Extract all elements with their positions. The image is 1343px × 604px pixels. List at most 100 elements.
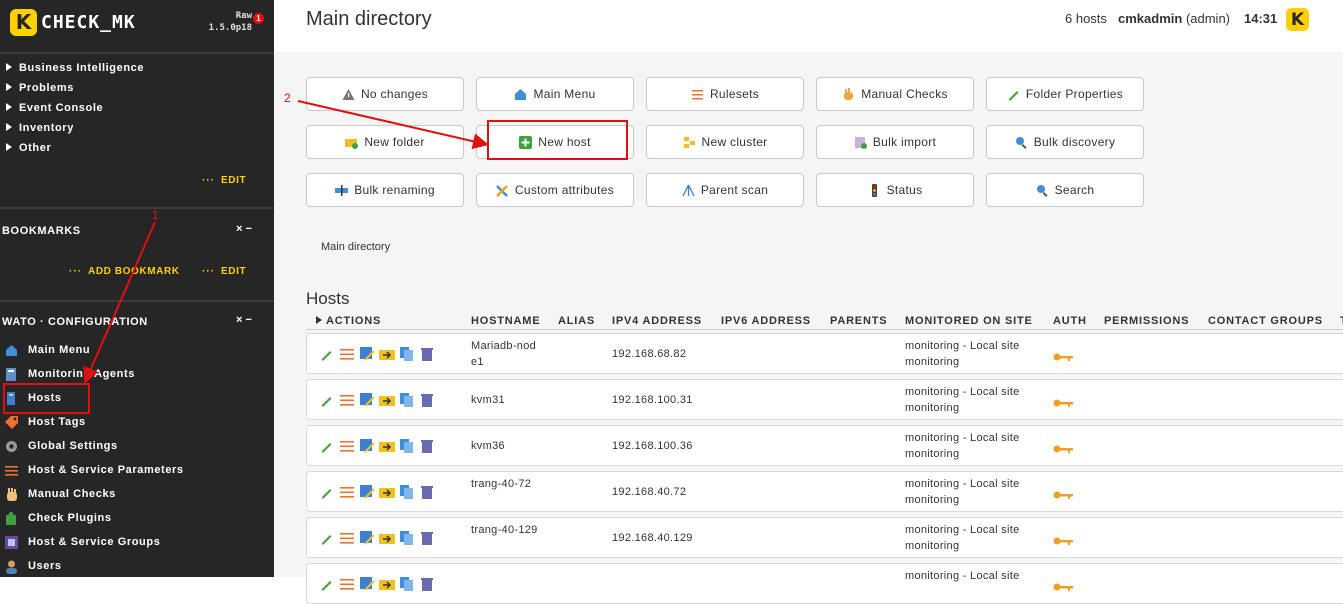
tree-item-business-intelligence[interactable]: Business Intelligence	[6, 59, 144, 77]
views-edit-link[interactable]: ··· EDIT	[202, 175, 246, 186]
tree-item-inventory[interactable]: Inventory	[6, 119, 74, 137]
move-icon[interactable]	[379, 484, 395, 500]
rules-icon[interactable]	[339, 392, 355, 408]
table-row[interactable]: monitoring - Local site	[306, 563, 1343, 604]
clone-icon[interactable]	[399, 484, 415, 500]
col-ipv6[interactable]: IPV6 ADDRESS	[721, 315, 811, 327]
hostname-cell[interactable]: Mariadb-node1	[471, 338, 541, 370]
new-cluster-button[interactable]: New cluster	[646, 125, 804, 159]
bulk-renaming-button[interactable]: Bulk renaming	[306, 173, 464, 207]
edit-icon[interactable]	[319, 530, 335, 546]
services-icon[interactable]	[359, 530, 375, 546]
delete-icon[interactable]	[419, 576, 435, 592]
rules-icon[interactable]	[339, 530, 355, 546]
hostname-cell[interactable]: trang-40-72	[471, 476, 541, 492]
breadcrumb[interactable]: Main directory	[321, 241, 390, 253]
edit-icon[interactable]	[319, 438, 335, 454]
main-menu-button[interactable]: Main Menu	[476, 77, 634, 111]
table-row[interactable]: kvm31 192.168.100.31 monitoring - Local si…	[306, 379, 1343, 420]
parent-scan-button[interactable]: Parent scan	[646, 173, 804, 207]
werk-badge[interactable]: 1	[253, 13, 264, 24]
col-parents[interactable]: PARENTS	[830, 315, 887, 327]
edit-icon[interactable]	[319, 346, 335, 362]
rules-icon[interactable]	[339, 346, 355, 362]
tree-item-event-console[interactable]: Event Console	[6, 99, 103, 117]
new-folder-button[interactable]: New folder	[306, 125, 464, 159]
user-info[interactable]: cmkadmin (admin)	[1118, 11, 1230, 26]
edit-icon[interactable]	[319, 392, 335, 408]
status-button[interactable]: Status	[816, 173, 974, 207]
delete-icon[interactable]	[419, 530, 435, 546]
bulk-discovery-button[interactable]: Bulk discovery	[986, 125, 1144, 159]
hostname-cell[interactable]: kvm31	[471, 392, 541, 408]
version-info[interactable]: Raw 1.5.0p18	[200, 10, 252, 34]
clone-icon[interactable]	[399, 392, 415, 408]
col-alias[interactable]: ALIAS	[558, 315, 595, 327]
checkmk-logo[interactable]: K CHECK_MK	[10, 8, 136, 36]
table-row[interactable]: kvm36 192.168.100.36 monitoring - Local si…	[306, 425, 1343, 466]
no-changes-button[interactable]: No changes	[306, 77, 464, 111]
nav-monitoring-agents[interactable]: Monitoring Agents	[4, 364, 135, 384]
edit-icon[interactable]	[319, 576, 335, 592]
services-icon[interactable]	[359, 346, 375, 362]
col-contact-groups[interactable]: CONTACT GROUPS	[1208, 315, 1323, 327]
move-icon[interactable]	[379, 346, 395, 362]
close-icon[interactable]: ×	[236, 223, 242, 235]
manual-checks-button[interactable]: Manual Checks	[816, 77, 974, 111]
services-icon[interactable]	[359, 438, 375, 454]
nav-host-service-groups[interactable]: Host & Service Groups	[4, 532, 160, 552]
clone-icon[interactable]	[399, 438, 415, 454]
hostname-cell[interactable]: kvm36	[471, 438, 541, 454]
nav-global-settings[interactable]: Global Settings	[4, 436, 118, 456]
site-cell: monitoring - Local site monitoring	[905, 478, 1020, 506]
edit-icon[interactable]	[319, 484, 335, 500]
col-actions[interactable]: ACTIONS	[316, 315, 381, 327]
clone-icon[interactable]	[399, 576, 415, 592]
move-icon[interactable]	[379, 576, 395, 592]
services-icon[interactable]	[359, 576, 375, 592]
clone-icon[interactable]	[399, 530, 415, 546]
checkmk-k-icon[interactable]: K	[1286, 8, 1309, 31]
move-icon[interactable]	[379, 530, 395, 546]
table-row[interactable]: Mariadb-node1 192.168.68.82 monitoring - L…	[306, 333, 1343, 374]
rulesets-button[interactable]: Rulesets	[646, 77, 804, 111]
bookmarks-edit-link[interactable]: ··· EDIT	[202, 266, 246, 277]
tree-item-other[interactable]: Other	[6, 139, 51, 157]
table-row[interactable]: trang-40-129 192.168.40.129 monitoring - L…	[306, 517, 1343, 558]
col-site[interactable]: MONITORED ON SITE	[905, 315, 1033, 327]
nav-manual-checks[interactable]: Manual Checks	[4, 484, 116, 504]
delete-icon[interactable]	[419, 346, 435, 362]
services-icon[interactable]	[359, 484, 375, 500]
delete-icon[interactable]	[419, 484, 435, 500]
col-permissions[interactable]: PERMISSIONS	[1104, 315, 1189, 327]
delete-icon[interactable]	[419, 438, 435, 454]
col-hostname[interactable]: HOSTNAME	[471, 315, 540, 327]
minimize-icon[interactable]: −	[246, 223, 252, 235]
rules-icon[interactable]	[339, 576, 355, 592]
minimize-icon[interactable]: −	[246, 314, 252, 326]
col-auth[interactable]: AUTH	[1053, 315, 1087, 327]
services-icon[interactable]	[359, 392, 375, 408]
hostname-cell[interactable]: trang-40-129	[471, 522, 541, 538]
nav-main-menu[interactable]: Main Menu	[4, 340, 90, 360]
nav-check-plugins[interactable]: Check Plugins	[4, 508, 112, 528]
folder-properties-button[interactable]: Folder Properties	[986, 77, 1144, 111]
search-button[interactable]: Search	[986, 173, 1144, 207]
delete-icon[interactable]	[419, 392, 435, 408]
bulk-import-button[interactable]: Bulk import	[816, 125, 974, 159]
custom-attributes-button[interactable]: Custom attributes	[476, 173, 634, 207]
clone-icon[interactable]	[399, 346, 415, 362]
site-cell: monitoring - Local site	[905, 570, 1020, 582]
table-row[interactable]: trang-40-72 192.168.40.72 monitoring - Loc…	[306, 471, 1343, 512]
add-bookmark-link[interactable]: ··· ADD BOOKMARK	[69, 266, 180, 277]
move-icon[interactable]	[379, 392, 395, 408]
tree-item-problems[interactable]: Problems	[6, 79, 74, 97]
rules-icon[interactable]	[339, 484, 355, 500]
move-icon[interactable]	[379, 438, 395, 454]
nav-users[interactable]: Users	[4, 556, 62, 576]
nav-host-service-parameters[interactable]: Host & Service Parameters	[4, 460, 184, 480]
close-icon[interactable]: ×	[236, 314, 242, 326]
col-ipv4[interactable]: IPV4 ADDRESS	[612, 315, 702, 327]
nav-host-tags[interactable]: Host Tags	[4, 412, 86, 432]
rules-icon[interactable]	[339, 438, 355, 454]
